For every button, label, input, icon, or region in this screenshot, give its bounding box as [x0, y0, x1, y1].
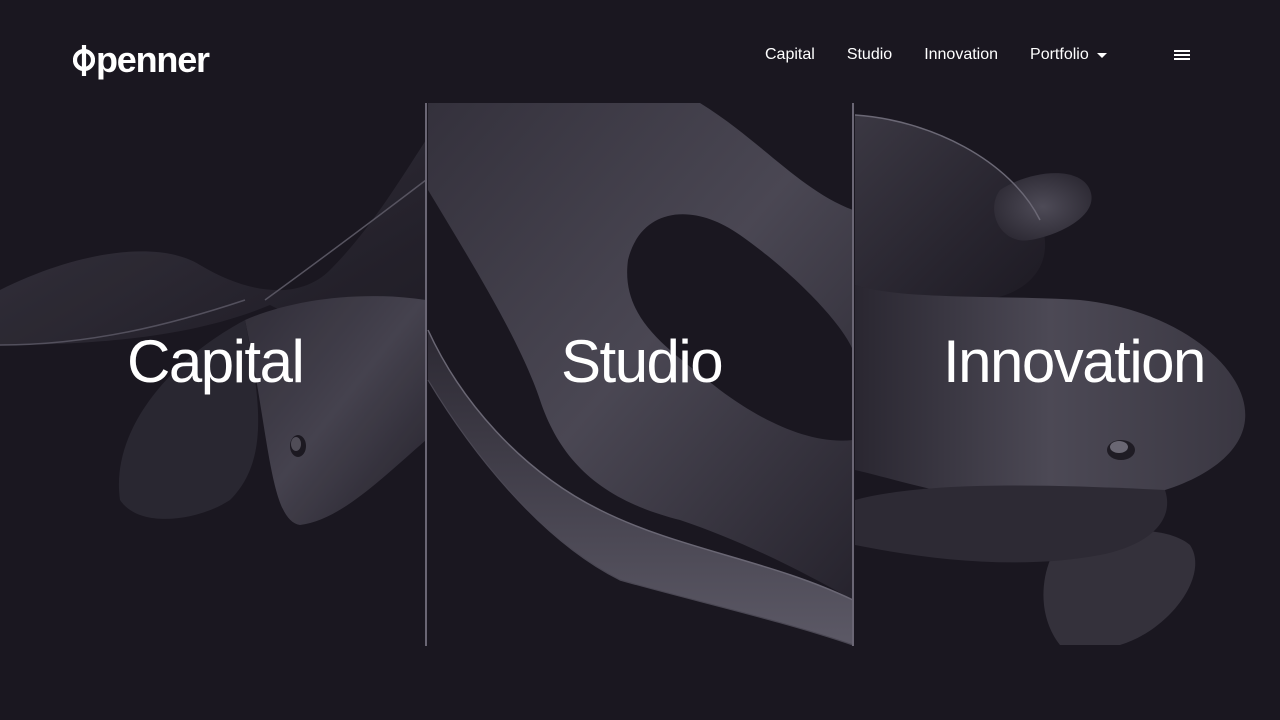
- panel-innovation[interactable]: Innovation: [854, 103, 1280, 646]
- panel-title-capital: Capital: [127, 328, 305, 395]
- phi-mark-icon: [72, 43, 96, 77]
- hamburger-menu-icon[interactable]: [1174, 50, 1190, 62]
- brand-logo[interactable]: penner: [72, 39, 210, 80]
- page: penner Capital Studio Innovation Portfol…: [0, 0, 1280, 720]
- panel-title-studio: Studio: [561, 328, 724, 395]
- main-nav: Capital Studio Innovation Portfolio: [765, 44, 1107, 66]
- chevron-down-icon: [1096, 53, 1107, 58]
- panel-capital[interactable]: Capital: [0, 103, 426, 646]
- site-header: penner Capital Studio Innovation Portfol…: [0, 0, 1280, 103]
- panel-title-innovation: Innovation: [943, 328, 1206, 395]
- nav-item-capital[interactable]: Capital: [765, 44, 815, 66]
- logo-wordmark: penner: [96, 39, 210, 80]
- hero-panels: Capital Studio Innovation: [0, 103, 1280, 646]
- panel-studio[interactable]: Studio: [427, 103, 853, 646]
- nav-item-innovation[interactable]: Innovation: [924, 44, 998, 66]
- nav-item-portfolio-label: Portfolio: [1030, 46, 1089, 63]
- nav-item-studio[interactable]: Studio: [847, 44, 892, 66]
- nav-item-portfolio[interactable]: Portfolio: [1030, 44, 1107, 66]
